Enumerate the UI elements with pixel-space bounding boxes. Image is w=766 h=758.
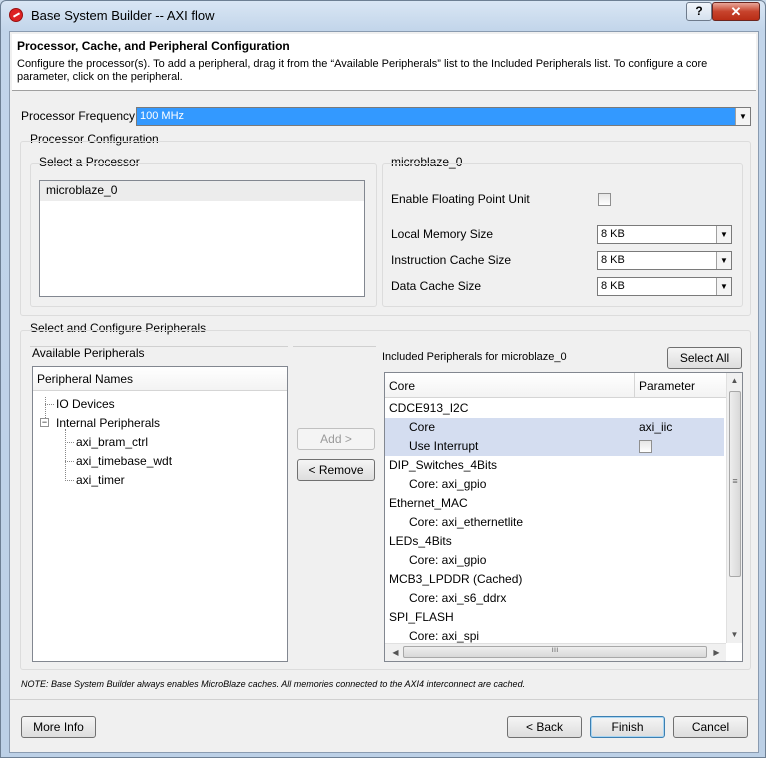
table-cell-core: Core: axi_ethernetlite bbox=[409, 515, 524, 529]
dialog-body: Processor, Cache, and Peripheral Configu… bbox=[9, 31, 759, 753]
tree-item-axi-bram-ctrl[interactable]: axi_bram_ctrl bbox=[76, 435, 148, 449]
table-row[interactable]: Core axi_iic bbox=[385, 418, 724, 437]
icache-select[interactable]: 8 KB ▼ bbox=[597, 251, 732, 270]
dcache-select[interactable]: 8 KB ▼ bbox=[597, 277, 732, 296]
table-row[interactable]: Ethernet_MAC bbox=[385, 494, 724, 513]
chevron-down-icon[interactable]: ▼ bbox=[735, 108, 750, 125]
column-header-core[interactable]: Core bbox=[389, 379, 415, 393]
table-cell-parameter[interactable]: axi_iic bbox=[639, 418, 672, 437]
table-cell-core: LEDs_4Bits bbox=[389, 534, 452, 548]
table-cell-core: Core: axi_gpio bbox=[409, 477, 487, 491]
table-row[interactable]: CDCE913_I2C bbox=[385, 399, 724, 418]
cache-note: NOTE: Base System Builder always enables… bbox=[21, 679, 526, 689]
divider bbox=[293, 346, 376, 347]
local-memory-value: 8 KB bbox=[601, 228, 625, 240]
tree-item-axi-timebase-wdt[interactable]: axi_timebase_wdt bbox=[76, 454, 172, 468]
table-cell-core: Ethernet_MAC bbox=[389, 496, 468, 510]
footer-divider bbox=[10, 699, 758, 700]
cancel-button[interactable]: Cancel bbox=[673, 716, 748, 738]
table-cell-core: MCB3_LPDDR (Cached) bbox=[389, 572, 523, 586]
included-peripherals-table[interactable]: Core Parameter CDCE913_I2C Core axi_iic Use… bbox=[384, 372, 743, 662]
add-button[interactable]: Add > bbox=[297, 428, 375, 450]
table-row[interactable]: Core: axi_s6_ddrx bbox=[385, 589, 724, 608]
available-peripherals-tree[interactable]: Peripheral Names IO Devices − Internal P… bbox=[32, 366, 288, 662]
table-cell-core: DIP_Switches_4Bits bbox=[389, 458, 498, 472]
chevron-down-icon[interactable]: ▼ bbox=[716, 278, 731, 295]
dialog-window: Base System Builder -- AXI flow ? ✕ Proc… bbox=[0, 0, 766, 758]
table-row[interactable]: Use Interrupt bbox=[385, 437, 724, 456]
tree-connector bbox=[65, 480, 74, 481]
table-row[interactable]: MCB3_LPDDR (Cached) bbox=[385, 570, 724, 589]
processor-frequency-select[interactable]: 100 MHz ▼ bbox=[136, 107, 751, 126]
scroll-thumb[interactable]: ≡ bbox=[729, 391, 741, 577]
table-row[interactable]: Core: axi_gpio bbox=[385, 551, 724, 570]
select-all-button[interactable]: Select All bbox=[667, 347, 742, 369]
grip-icon: ≡ bbox=[732, 476, 738, 486]
tree-connector bbox=[65, 461, 74, 462]
title-bar[interactable]: Base System Builder -- AXI flow ? ✕ bbox=[1, 1, 765, 31]
table-cell-core: Use Interrupt bbox=[409, 439, 479, 453]
tree-item-axi-timer[interactable]: axi_timer bbox=[76, 473, 125, 487]
table-cell-core: SPI_FLASH bbox=[389, 610, 454, 624]
table-row[interactable]: Core: axi_gpio bbox=[385, 475, 724, 494]
table-cell-core: Core bbox=[409, 420, 436, 434]
table-row[interactable]: DIP_Switches_4Bits bbox=[385, 456, 724, 475]
scroll-up-icon[interactable]: ▲ bbox=[727, 376, 742, 385]
page-description: Configure the processor(s). To add a per… bbox=[17, 58, 708, 83]
table-row[interactable]: SPI_FLASH bbox=[385, 608, 724, 627]
finish-button[interactable]: Finish bbox=[590, 716, 665, 738]
grip-icon: ııı bbox=[551, 645, 559, 654]
included-peripherals-label: Included Peripherals for microblaze_0 bbox=[382, 351, 567, 363]
column-divider[interactable] bbox=[634, 373, 635, 397]
scroll-down-icon[interactable]: ▼ bbox=[727, 630, 742, 639]
tree-connector bbox=[45, 404, 54, 405]
tree-column-header-label: Peripheral Names bbox=[37, 372, 134, 386]
dcache-value: 8 KB bbox=[601, 280, 625, 292]
available-peripherals-label: Available Peripherals bbox=[32, 346, 145, 360]
tree-connector bbox=[65, 442, 74, 443]
processor-list[interactable]: microblaze_0 bbox=[39, 180, 365, 297]
table-row[interactable]: Core: axi_ethernetlite bbox=[385, 513, 724, 532]
use-interrupt-checkbox[interactable] bbox=[639, 440, 652, 453]
scroll-right-icon[interactable]: ▶ bbox=[709, 648, 724, 657]
tree-item-internal-peripherals[interactable]: Internal Peripherals bbox=[56, 416, 160, 430]
fpu-label: Enable Floating Point Unit bbox=[391, 192, 530, 206]
fpu-checkbox[interactable] bbox=[598, 193, 611, 206]
help-button[interactable]: ? bbox=[686, 2, 712, 21]
vertical-scrollbar[interactable]: ▲ ≡ ▼ bbox=[726, 373, 742, 643]
processor-frequency-label: Processor Frequency bbox=[21, 109, 136, 123]
table-cell-core: Core: axi_gpio bbox=[409, 553, 487, 567]
remove-button[interactable]: < Remove bbox=[297, 459, 375, 481]
close-button[interactable]: ✕ bbox=[712, 2, 760, 21]
back-button[interactable]: < Back bbox=[507, 716, 582, 738]
icache-value: 8 KB bbox=[601, 254, 625, 266]
table-row[interactable]: LEDs_4Bits bbox=[385, 532, 724, 551]
table-header: Core Parameter bbox=[385, 373, 726, 398]
more-info-button[interactable]: More Info bbox=[21, 716, 96, 738]
page-title: Processor, Cache, and Peripheral Configu… bbox=[17, 39, 290, 53]
processor-frequency-value: 100 MHz bbox=[140, 110, 185, 122]
tree-connector bbox=[65, 429, 66, 479]
icache-label: Instruction Cache Size bbox=[391, 253, 512, 267]
table-cell-core: CDCE913_I2C bbox=[389, 401, 469, 415]
horizontal-scrollbar[interactable]: ◀ ııı ▶ bbox=[385, 643, 726, 661]
collapse-icon[interactable]: − bbox=[40, 418, 49, 427]
processor-list-item-label: microblaze_0 bbox=[46, 183, 118, 197]
local-memory-select[interactable]: 8 KB ▼ bbox=[597, 225, 732, 244]
scroll-left-icon[interactable]: ◀ bbox=[388, 648, 403, 657]
window-title: Base System Builder -- AXI flow bbox=[31, 8, 215, 23]
header-panel: Processor, Cache, and Peripheral Configu… bbox=[12, 34, 756, 91]
tree-column-header[interactable]: Peripheral Names bbox=[33, 367, 287, 391]
divider bbox=[30, 346, 288, 347]
app-logo-icon bbox=[9, 8, 23, 22]
table-cell-core: Core: axi_s6_ddrx bbox=[409, 591, 507, 605]
local-memory-label: Local Memory Size bbox=[391, 227, 494, 241]
chevron-down-icon[interactable]: ▼ bbox=[716, 252, 731, 269]
processor-list-item[interactable]: microblaze_0 bbox=[40, 181, 364, 201]
chevron-down-icon[interactable]: ▼ bbox=[716, 226, 731, 243]
dcache-label: Data Cache Size bbox=[391, 279, 482, 293]
tree-item-io-devices[interactable]: IO Devices bbox=[56, 397, 115, 411]
column-header-parameter[interactable]: Parameter bbox=[639, 379, 695, 393]
scroll-thumb[interactable]: ııı bbox=[403, 645, 707, 658]
